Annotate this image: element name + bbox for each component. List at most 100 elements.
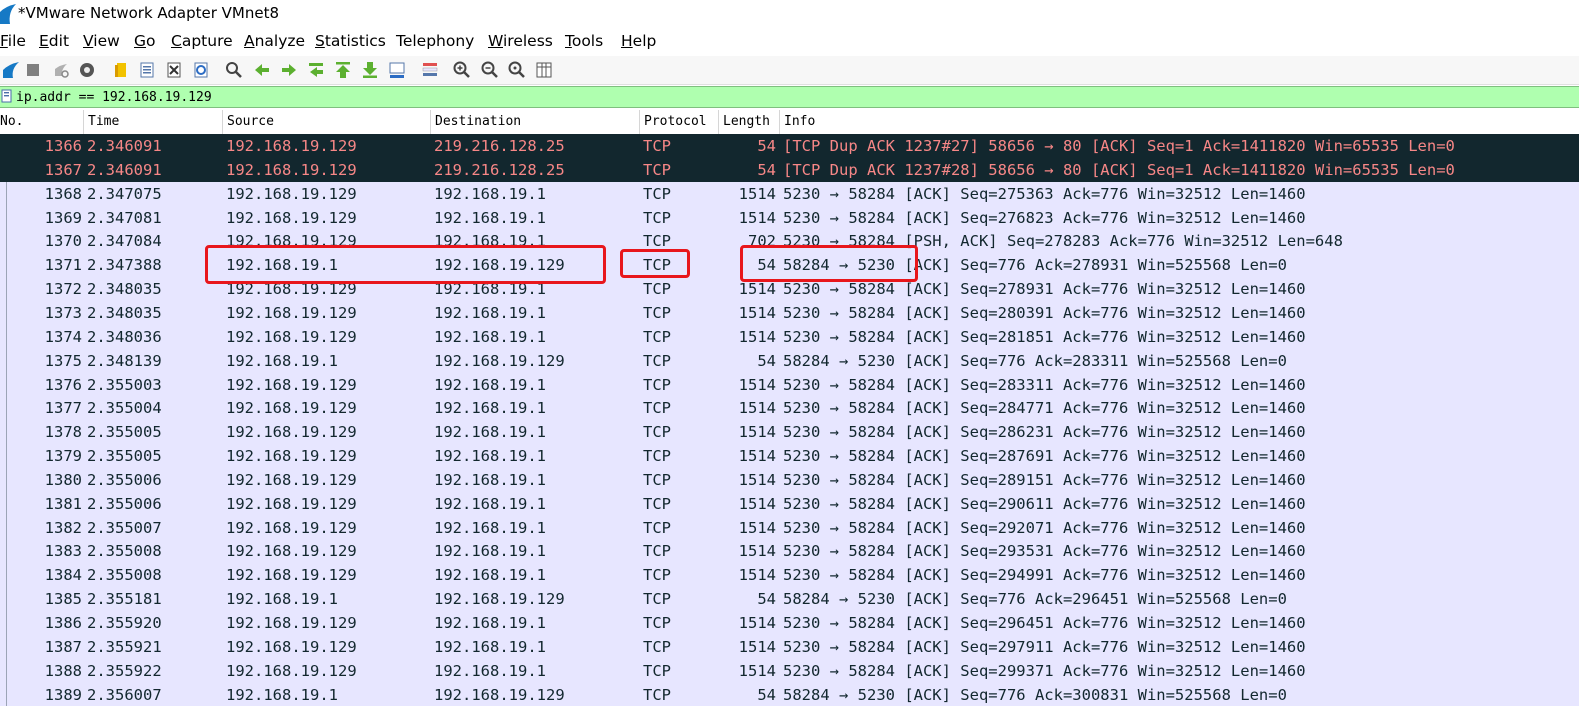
table-row[interactable]: 1385 2.355181 192.168.19.1 192.168.19.129 TC… [0, 587, 1579, 612]
packet-destination: 192.168.19.1 [434, 303, 546, 322]
table-row[interactable]: 1366 2.346091 192.168.19.129 219.216.128.25… [0, 134, 1579, 158]
menu-capture[interactable]: Capture [171, 32, 233, 50]
packet-destination: 192.168.19.1 [434, 494, 546, 513]
packet-protocol: TCP [643, 423, 671, 442]
go-back-icon [255, 64, 269, 76]
save-file-button[interactable] [136, 59, 158, 81]
table-row[interactable]: 1376 2.355003 192.168.19.129 192.168.19.1 TC… [0, 372, 1579, 397]
packet-destination: 192.168.19.1 [434, 542, 546, 561]
packet-protocol: TCP [643, 614, 671, 632]
reload-file-button[interactable] [190, 59, 212, 81]
packet-protocol: TCP [643, 661, 671, 680]
stop-capture-button[interactable] [22, 59, 44, 81]
resize-columns-button[interactable] [533, 59, 555, 81]
menu-file[interactable]: File [0, 32, 26, 50]
packet-destination: 219.216.128.25 [434, 137, 565, 155]
window-title: *VMware Network Adapter VMnet8 [18, 4, 280, 22]
packet-source: 192.168.19.129 [226, 447, 357, 466]
zoom-out-button[interactable] [479, 59, 501, 81]
menu-view[interactable]: View [83, 32, 120, 50]
menu-go[interactable]: Go [134, 32, 156, 50]
packet-no: 1383 [44, 542, 82, 561]
column-header-time[interactable]: Time [83, 110, 221, 134]
packet-info: 5230 → 58284 [ACK] Seq=293531 Ack=776 Wi… [783, 542, 1306, 561]
packet-destination: 192.168.19.129 [434, 351, 565, 370]
column-header-source[interactable]: Source [222, 110, 430, 134]
table-row[interactable]: 1387 2.355921 192.168.19.129 192.168.19.1 TC… [0, 634, 1579, 659]
packet-list[interactable]: 1366 2.346091 192.168.19.129 219.216.128.25… [0, 134, 1579, 706]
column-header-protocol[interactable]: Protocol [639, 110, 718, 134]
open-file-button[interactable] [110, 59, 132, 81]
table-row[interactable]: 1383 2.355008 192.168.19.129 192.168.19.1 TC… [0, 539, 1579, 564]
column-header-no[interactable]: No. [0, 110, 80, 134]
table-row[interactable]: 1369 2.347081 192.168.19.129 192.168.19.1 TC… [0, 205, 1579, 230]
table-row[interactable]: 1367 2.346091 192.168.19.129 219.216.128.25… [0, 157, 1579, 182]
display-filter-input[interactable] [14, 87, 1566, 107]
go-first-button[interactable] [332, 59, 354, 81]
column-header-destination[interactable]: Destination [430, 110, 638, 134]
table-row[interactable]: 1384 2.355008 192.168.19.129 192.168.19.1 TC… [0, 563, 1579, 588]
menu-bar: File Edit View Go Capture Analyze Statistics Te… [0, 29, 1579, 55]
go-to-packet-button[interactable] [305, 59, 327, 81]
packet-time: 2.355921 [87, 637, 162, 656]
find-packet-button[interactable] [223, 59, 245, 81]
go-back-button[interactable] [251, 59, 273, 81]
packet-destination: 192.168.19.1 [434, 280, 546, 299]
packet-protocol: TCP [643, 566, 671, 585]
table-row[interactable]: 1386 2.355920 192.168.19.129 192.168.19.1 TC… [0, 611, 1579, 635]
table-row[interactable]: 1374 2.348036 192.168.19.129 192.168.19.1 TC… [0, 324, 1579, 349]
zoom-in-button[interactable] [451, 59, 473, 81]
menu-edit[interactable]: Edit [39, 32, 69, 50]
packet-time: 2.355005 [87, 423, 162, 442]
table-row[interactable]: 1381 2.355006 192.168.19.129 192.168.19.1 TC… [0, 491, 1579, 516]
packet-no: 1378 [44, 423, 82, 442]
menu-analyze[interactable]: Analyze [244, 32, 305, 50]
go-last-button[interactable] [359, 59, 381, 81]
menu-tools[interactable]: Tools [565, 32, 603, 50]
menu-help[interactable]: Help [621, 32, 656, 50]
zoom-normal-button[interactable] [506, 59, 528, 81]
packet-time: 2.355003 [87, 375, 162, 394]
packet-no: 1382 [44, 518, 82, 537]
table-row[interactable]: 1375 2.348139 192.168.19.1 192.168.19.129 TC… [0, 348, 1579, 373]
packet-destination: 192.168.19.129 [434, 685, 565, 704]
shark-fin-button[interactable] [0, 59, 22, 81]
table-row[interactable]: 1377 2.355004 192.168.19.129 192.168.19.1 TC… [0, 396, 1579, 421]
table-row[interactable]: 1380 2.355006 192.168.19.129 192.168.19.1 TC… [0, 467, 1579, 492]
packet-source: 192.168.19.129 [226, 637, 357, 656]
capture-options-button[interactable] [76, 59, 98, 81]
menu-statistics[interactable]: Statistics [315, 32, 386, 50]
colorize-button[interactable] [419, 59, 441, 81]
table-row[interactable]: 1382 2.355007 192.168.19.129 192.168.19.1 TC… [0, 515, 1579, 540]
packet-no: 1384 [44, 566, 82, 585]
packet-time: 2.347084 [87, 232, 162, 251]
column-header-length[interactable]: Length [718, 110, 779, 134]
table-row[interactable]: 1378 2.355005 192.168.19.129 192.168.19.1 TC… [0, 420, 1579, 445]
go-forward-button[interactable] [278, 59, 300, 81]
bookmark-icon[interactable] [1, 89, 13, 103]
go-last-icon [363, 62, 377, 78]
table-row[interactable]: 1388 2.355922 192.168.19.129 192.168.19.1 TC… [0, 658, 1579, 683]
table-row[interactable]: 1389 2.356007 192.168.19.1 192.168.19.129 TC… [0, 682, 1579, 706]
packet-no: 1371 [44, 256, 82, 275]
packet-time: 2.347081 [87, 208, 162, 227]
close-file-button[interactable] [163, 59, 185, 81]
packet-length: 1514 [738, 494, 776, 513]
column-header-info[interactable]: Info [779, 110, 1579, 134]
table-row[interactable]: 1379 2.355005 192.168.19.129 192.168.19.1 TC… [0, 444, 1579, 469]
table-row[interactable]: 1371 2.347388 192.168.19.1 192.168.19.129 TC… [0, 253, 1579, 278]
packet-time: 2.348035 [87, 303, 162, 322]
table-row[interactable]: 1368 2.347075 192.168.19.129 192.168.19.1 TC… [0, 181, 1579, 206]
table-row[interactable]: 1373 2.348035 192.168.19.129 192.168.19.1 TC… [0, 300, 1579, 325]
packet-time: 2.348139 [87, 351, 162, 370]
restart-capture-button[interactable] [50, 59, 72, 81]
autoscroll-button[interactable] [386, 59, 408, 81]
menu-telephony[interactable]: Telephony [396, 32, 474, 50]
menu-wireless[interactable]: Wireless [488, 32, 553, 50]
packet-protocol: TCP [643, 256, 671, 275]
packet-info: 5230 → 58284 [ACK] Seq=297911 Ack=776 Wi… [783, 637, 1306, 656]
table-row[interactable]: 1372 2.348035 192.168.19.129 192.168.19.1 TC… [0, 277, 1579, 302]
packet-time: 2.348035 [87, 280, 162, 299]
packet-time: 2.348036 [87, 327, 162, 346]
table-row[interactable]: 1370 2.347084 192.168.19.129 192.168.19.1 TC… [0, 229, 1579, 254]
